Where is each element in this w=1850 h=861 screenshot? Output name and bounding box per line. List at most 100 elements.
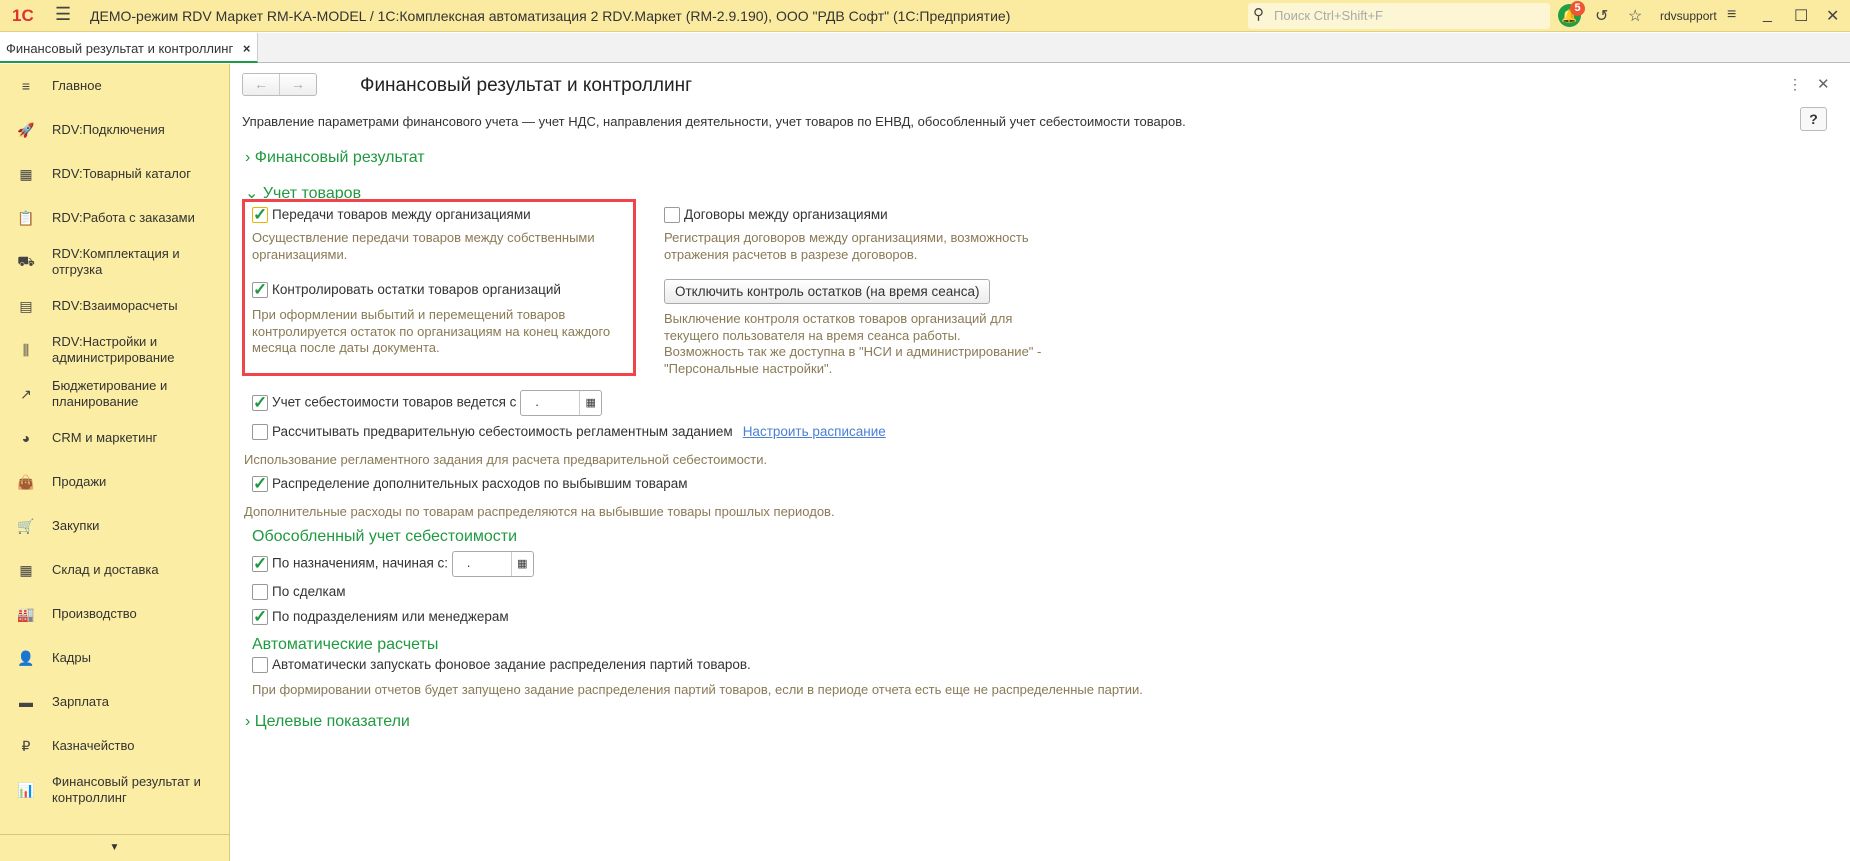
search-icon: ⚲ [1253,6,1264,23]
sidebar-item[interactable]: ◕ CRM и маркетинг [0,416,229,460]
sidebar-item[interactable]: 📊 Финансовый результат и контроллинг [0,768,229,812]
checkbox[interactable] [252,584,268,601]
checkbox-control-stock[interactable]: ✓ Контролировать остатки товаров организа… [252,281,561,299]
calendar-icon[interactable]: ▦ [579,391,601,415]
app-title: ДЕМО-режим RDV Маркет RM-KA-MODEL / 1С:К… [90,8,1011,24]
forward-arrow-icon[interactable]: → [279,74,316,95]
sidebar-icon: 🛒 [17,517,35,534]
help-button[interactable]: ? [1800,107,1827,131]
favorites-star-icon[interactable]: ☆ [1628,6,1642,26]
sidebar-item-label: RDV:Подключения [52,122,165,137]
note-transfers: Осуществление передачи товаров между соб… [252,230,595,262]
checkbox-contracts[interactable]: Договоры между организациями [664,207,888,224]
checkbox[interactable]: ✓ [252,281,268,299]
chevron-right-icon: › [245,713,255,730]
sidebar-item-label: Закупки [52,518,100,533]
cost-date-field[interactable]: . ▦ [520,390,603,416]
sidebar-item-label: Бюджетирование и планирование [52,378,168,409]
settings-menu-icon[interactable]: ≡ [1727,6,1736,24]
history-icon[interactable]: ↺ [1595,6,1608,26]
checkbox[interactable]: ✓ [252,475,268,493]
checkbox-by-depts[interactable]: ✓ По подразделениям или менеджерам [252,608,509,626]
sidebar-item[interactable]: ≡ Главное [0,64,229,108]
sidebar-icon: ▦ [19,165,33,182]
sidebar-item[interactable]: ↗ Бюджетирование и планирование [0,372,229,416]
user-name[interactable]: rdvsupport [1660,9,1717,23]
sidebar-item[interactable]: ▤ RDV:Взаиморасчеты [0,284,229,328]
close-form-icon[interactable]: ✕ [1817,75,1830,93]
sidebar-icon: 👜 [17,473,35,490]
sidebar: ≡ Главное 🚀 RDV:Подключения ▦ RDV:Товарный ка… [0,64,230,861]
purpose-date-field[interactable]: . ▦ [451,551,534,577]
sidebar-icon: ≡ [21,78,31,94]
tab-label: Финансовый результат и контроллинг [6,41,234,56]
checkbox-label: Распределение дополнительных расходов по… [272,476,688,491]
sidebar-item[interactable]: ⫼ RDV:Настройки и администрирование [0,328,229,372]
checkbox-label: Передачи товаров между организациями [272,207,531,222]
checkbox-cost-from[interactable]: ✓ Учет себестоимости товаров ведется с . ▦ [252,390,603,416]
sidebar-item[interactable]: 📋 RDV:Работа с заказами [0,196,229,240]
checkbox[interactable]: ✓ [252,394,268,411]
checkbox-precalc[interactable]: Рассчитывать предварительную себестоимос… [252,424,886,441]
checkbox[interactable] [252,657,268,674]
checkbox-by-deals[interactable]: По сделкам [252,584,346,601]
calendar-icon[interactable]: ▦ [510,552,533,576]
checkbox-label: По сделкам [272,584,346,599]
sidebar-icon: 📋 [17,209,35,226]
note-control-stock: При оформлении выбытий и перемещений тов… [252,307,611,355]
more-actions-icon[interactable]: ⋮ [1788,76,1802,93]
checkbox[interactable]: ✓ [252,555,268,572]
search-input[interactable]: Поиск Ctrl+Shift+F [1248,3,1550,29]
note-disable-control: Выключение контроля остатков товаров орг… [664,311,1042,376]
disable-control-button[interactable]: Отключить контроль остатков (на время се… [664,279,991,304]
sidebar-icon: 🚀 [17,121,35,138]
sidebar-item-label: RDV:Комплектация и отгрузка [52,246,180,277]
checkbox[interactable]: ✓ [252,206,268,224]
checkbox[interactable]: ✓ [252,608,268,626]
sidebar-item[interactable]: ⛟ RDV:Комплектация и отгрузка [0,240,229,284]
group-separate-cost: Обособленный учет себестоимости [252,528,518,545]
sidebar-item[interactable]: ₽ Казначейство [0,724,229,768]
sidebar-item-label: Склад и доставка [52,562,159,577]
sidebar-icon: ▬ [19,694,33,710]
notification-count-badge: 5 [1570,1,1585,16]
sidebar-item[interactable]: 🚀 RDV:Подключения [0,108,229,152]
minimize-icon[interactable]: _ [1763,6,1772,24]
checkbox-by-purpose[interactable]: ✓ По назначениям, начиная с: . ▦ [252,551,534,577]
sidebar-item[interactable]: 👤 Кадры [0,636,229,680]
tab-fin-result[interactable]: Финансовый результат и контроллинг × [0,33,258,63]
main-menu-icon[interactable]: ☰ [55,4,71,25]
sidebar-item[interactable]: ▬ Зарплата [0,680,229,724]
sidebar-item[interactable]: ▦ RDV:Товарный каталог [0,152,229,196]
schedule-link[interactable]: Настроить расписание [743,424,886,439]
checkbox-auto-run[interactable]: Автоматически запускать фоновое задание … [252,657,751,674]
tab-close-icon[interactable]: × [243,41,251,56]
sidebar-item-label: Производство [52,606,137,621]
maximize-icon[interactable]: ☐ [1794,6,1808,26]
checkbox[interactable] [252,424,268,441]
close-window-icon[interactable]: ✕ [1826,6,1839,26]
group-title: Целевые показатели [254,713,410,730]
checkbox[interactable] [664,207,680,224]
sidebar-item[interactable]: ▦ Склад и доставка [0,548,229,592]
checkbox-distrib[interactable]: ✓ Распределение дополнительных расходов п… [252,475,688,493]
sidebar-item[interactable]: 🛒 Закупки [0,504,229,548]
back-arrow-icon[interactable]: ← [243,74,279,95]
checkbox-label: Договоры между организациями [684,207,888,222]
sidebar-item[interactable]: 👜 Продажи [0,460,229,504]
checkbox-label: Автоматически запускать фоновое задание … [272,657,751,672]
sidebar-item-label: RDV:Работа с заказами [52,210,195,225]
sidebar-icon: ₽ [21,737,31,754]
date-value: . [535,394,539,409]
group-targets[interactable]: › Целевые показатели [245,713,410,731]
note-auto-run: При формировании отчетов будет запущено … [252,682,1143,697]
sidebar-icon: ⫼ [22,341,30,358]
sidebar-scroll-down-icon[interactable]: ▼ [0,834,229,861]
group-fin-result[interactable]: › Финансовый результат [245,149,425,167]
sidebar-item[interactable]: 🏭 Производство [0,592,229,636]
sidebar-item-label: RDV:Товарный каталог [52,166,192,181]
sidebar-icon: ◕ [21,430,31,446]
checkbox-transfers[interactable]: ✓ Передачи товаров между организациями [252,206,531,224]
title-bar: 1С ☰ ДЕМО-режим RDV Маркет RM-KA-MODEL /… [0,0,1850,32]
1c-logo: 1С [12,6,34,25]
